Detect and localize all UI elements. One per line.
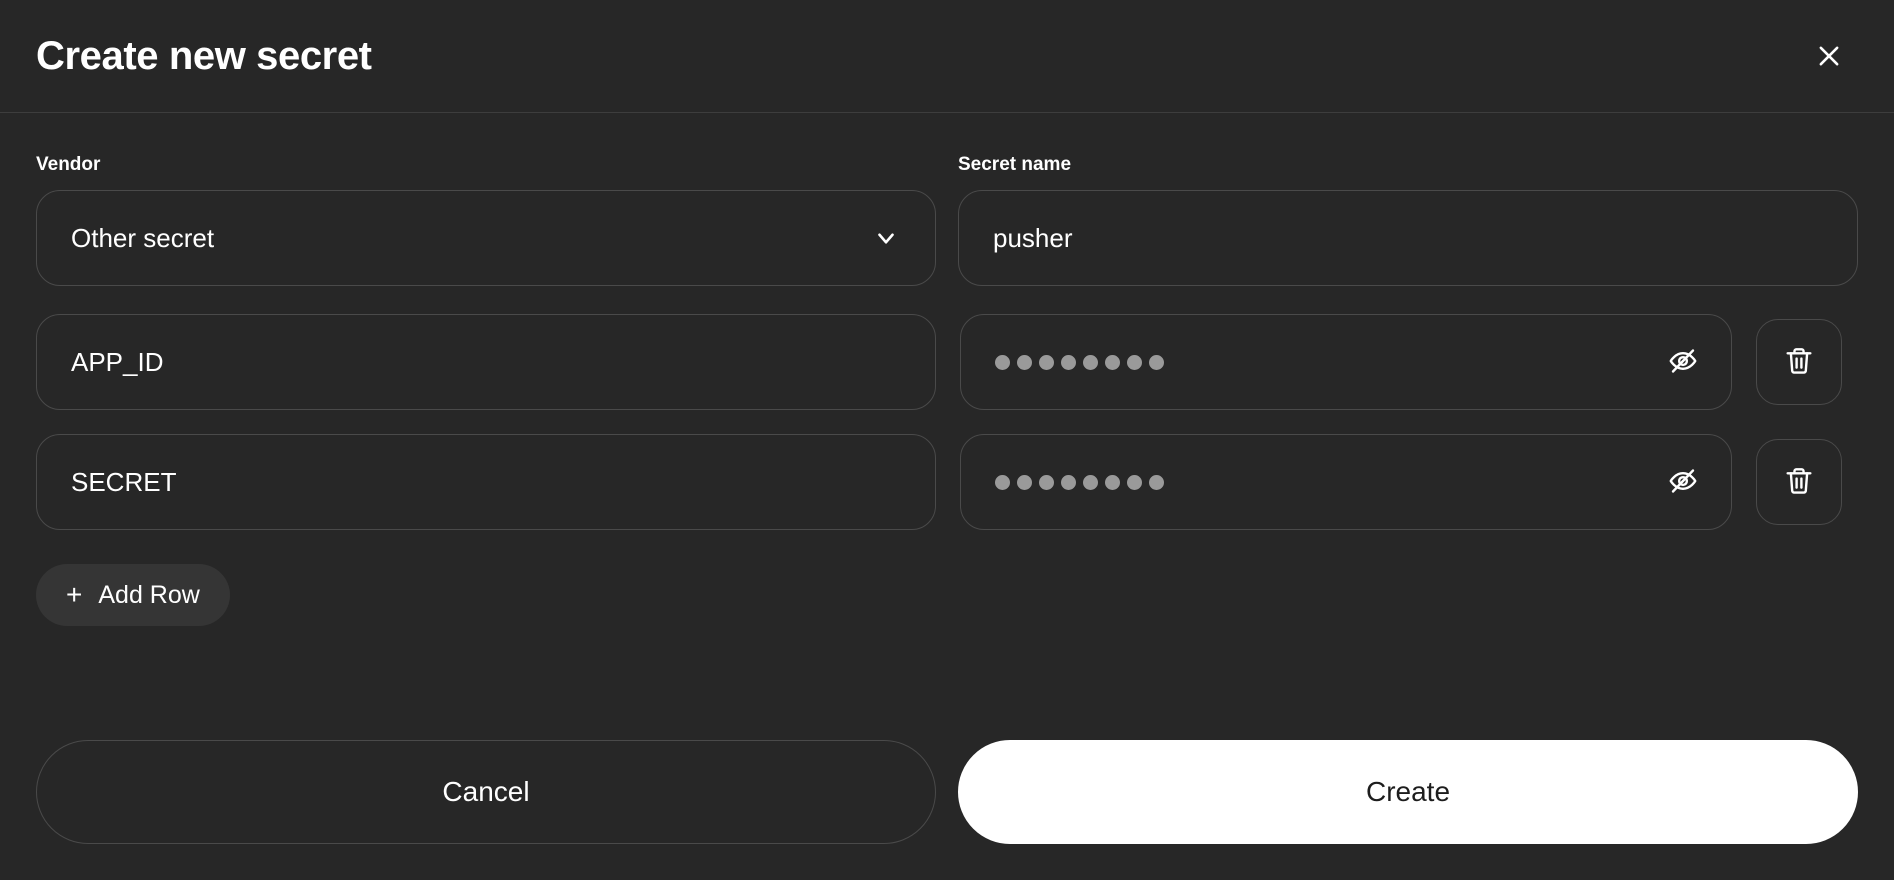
table-row [36, 314, 1858, 410]
secret-value-field[interactable] [960, 314, 1732, 410]
secret-key-input[interactable] [36, 314, 936, 410]
page-title: Create new secret [36, 34, 372, 78]
secret-name-input[interactable] [958, 190, 1858, 286]
secret-name-field-group: Secret name [958, 155, 1858, 286]
secret-value-field[interactable] [960, 434, 1732, 530]
trash-icon [1783, 345, 1815, 380]
top-fields: Vendor Other secret Secret name [36, 155, 1858, 286]
table-row [36, 434, 1858, 530]
eye-off-icon [1668, 346, 1698, 379]
dialog-footer: Cancel Create [36, 740, 1858, 844]
add-row-label: Add Row [98, 580, 200, 609]
add-row-button[interactable]: + Add Row [36, 564, 230, 626]
create-new-secret-dialog: Create new secret Vendor Other secret Se… [0, 0, 1894, 880]
secret-name-label: Secret name [958, 154, 1072, 175]
eye-off-icon [1668, 466, 1698, 499]
vendor-field-group: Vendor Other secret [36, 155, 936, 286]
close-button[interactable] [1806, 33, 1852, 79]
masked-value [995, 354, 1164, 370]
reveal-value-button[interactable] [1661, 340, 1705, 384]
reveal-value-button[interactable] [1661, 460, 1705, 504]
secret-rows [36, 314, 1858, 530]
delete-row-button[interactable] [1756, 439, 1842, 525]
chevron-down-icon [873, 225, 907, 251]
vendor-select[interactable]: Other secret [36, 190, 936, 286]
secret-key-input[interactable] [36, 434, 936, 530]
dialog-body: Vendor Other secret Secret name pusher A… [0, 155, 1894, 626]
masked-value [995, 474, 1164, 490]
create-button[interactable]: Create [958, 740, 1858, 844]
plus-icon: + [66, 579, 83, 610]
delete-row-button[interactable] [1756, 319, 1842, 405]
vendor-label: Vendor [36, 154, 101, 175]
vendor-selected-value: Other secret [71, 223, 215, 253]
trash-icon [1783, 465, 1815, 500]
close-icon [1815, 42, 1843, 70]
dialog-header: Create new secret [0, 0, 1894, 113]
cancel-button[interactable]: Cancel [36, 740, 936, 844]
